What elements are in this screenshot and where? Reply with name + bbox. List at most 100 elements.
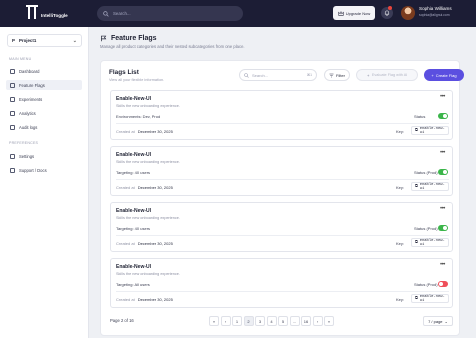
flag-status-label: Status (Prod) bbox=[414, 170, 438, 175]
sidebar-item-experiments[interactable]: Experiments bbox=[6, 94, 82, 104]
page-button[interactable]: 2 bbox=[243, 316, 254, 326]
evaluate-ai-button[interactable]: ✦ Evaluate Flag with AI bbox=[356, 69, 418, 81]
flag-key-label: Key: bbox=[396, 185, 405, 190]
card-divider bbox=[116, 291, 449, 292]
sidebar-item-label: Feature Flags bbox=[19, 82, 45, 88]
flag-card[interactable]: Enable-New-UI Skills the new onboarding e… bbox=[110, 258, 453, 308]
created-date: December 30, 2025 bbox=[137, 185, 173, 190]
global-search-input[interactable]: Search... bbox=[97, 6, 243, 21]
sidebar-item-settings[interactable]: Settings bbox=[6, 151, 82, 161]
sidebar-item-audit-logs[interactable]: Audit logs bbox=[6, 122, 82, 132]
crown-icon bbox=[338, 10, 344, 16]
main-menu-label: MAIN MENU bbox=[9, 57, 32, 61]
flag-status-toggle[interactable] bbox=[438, 281, 448, 287]
sidebar-item-dashboard[interactable]: Dashboard bbox=[6, 66, 82, 76]
per-page-select[interactable]: 7 / page ⌄ bbox=[423, 316, 453, 326]
user-name: Sophia Williams bbox=[419, 6, 452, 11]
sidebar-item-feature-flags[interactable]: Feature Flags bbox=[6, 80, 82, 90]
flag-status-label: Status (Prod) bbox=[414, 282, 438, 287]
flag-created: Created at December 30, 2025 bbox=[116, 297, 173, 302]
created-label: Created at bbox=[116, 185, 135, 190]
upgrade-button[interactable]: Upgrade Now bbox=[333, 6, 375, 20]
copy-icon: ⧉ bbox=[415, 297, 418, 301]
flag-card[interactable]: Enable-New-UI Skills the new onboarding e… bbox=[110, 146, 453, 196]
flag-icon bbox=[101, 35, 107, 42]
copy-icon: ⧉ bbox=[415, 129, 418, 133]
flag-description: Skills the new onboarding experience. bbox=[116, 216, 180, 220]
page-button[interactable]: ... bbox=[289, 316, 300, 326]
user-info[interactable]: Sophia Williams sophia@alignui.com bbox=[419, 6, 452, 17]
avatar[interactable] bbox=[401, 6, 415, 20]
more-options-icon[interactable]: ••• bbox=[440, 94, 445, 100]
flag-status-toggle[interactable] bbox=[438, 113, 448, 119]
dashboard-icon bbox=[10, 68, 15, 74]
global-search-placeholder: Search... bbox=[113, 11, 131, 16]
brand-logo[interactable]: IntelliToggle bbox=[26, 5, 68, 19]
flag-name: Enable-New-UI bbox=[116, 264, 152, 270]
search-icon bbox=[103, 10, 109, 17]
created-label: Created at bbox=[116, 297, 135, 302]
page-title: Feature Flags bbox=[100, 35, 245, 42]
card-divider bbox=[116, 179, 449, 180]
page-button[interactable]: 3 bbox=[255, 316, 265, 326]
page-button[interactable]: 1 bbox=[232, 316, 242, 326]
flag-status-toggle[interactable] bbox=[438, 225, 448, 231]
page-button[interactable]: 16 bbox=[301, 316, 311, 326]
sidebar-item-label: Support / Docs bbox=[19, 167, 47, 173]
flag-name: Enable-New-UI bbox=[116, 152, 152, 158]
flag-key-copy[interactable]: ⧉ enable-new-ui bbox=[411, 294, 449, 303]
flag-status-toggle[interactable] bbox=[438, 169, 448, 175]
flag-description: Skills the new onboarding experience. bbox=[116, 104, 180, 108]
flags-list-title: Flags List bbox=[109, 69, 139, 76]
flag-targeting: Targeting: 40 users bbox=[116, 170, 151, 175]
flag-key-value: enable-new-ui bbox=[419, 126, 445, 135]
per-page-value: 7 / page bbox=[428, 318, 443, 324]
evaluate-ai-label: Evaluate Flag with AI bbox=[371, 73, 408, 77]
create-flag-label: Create Flag bbox=[435, 72, 457, 78]
bell-icon bbox=[384, 10, 390, 16]
page-button[interactable]: « bbox=[209, 316, 219, 326]
create-flag-button[interactable]: + Create Flag bbox=[424, 69, 464, 81]
project-name: Project1 bbox=[18, 38, 37, 43]
pagination: «‹ 1 2 3 4 5... 16 ›» bbox=[209, 316, 334, 326]
page-button[interactable]: » bbox=[324, 316, 334, 326]
flag-key-copy[interactable]: ⧉ enable-new-ui bbox=[411, 126, 449, 135]
sidebar-item-label: Analytics bbox=[19, 110, 36, 116]
page-button[interactable]: › bbox=[312, 316, 323, 326]
chevron-down-icon: ⌄ bbox=[72, 37, 77, 44]
plus-icon: + bbox=[431, 72, 434, 78]
flag-card[interactable]: Enable-New-UI Skills the new onboarding e… bbox=[110, 202, 453, 252]
sidebar-item-support-docs[interactable]: Support / Docs bbox=[6, 165, 82, 175]
created-label: Created at bbox=[116, 129, 135, 134]
filter-icon bbox=[329, 73, 334, 77]
flag-card[interactable]: Enable-New-UI Skills the new onboarding e… bbox=[110, 90, 453, 140]
copy-icon: ⧉ bbox=[415, 185, 418, 189]
user-email: sophia@alignui.com bbox=[419, 13, 450, 17]
flag-name: Enable-New-UI bbox=[116, 208, 152, 214]
top-bar: IntelliToggle Search... Upgrade Now Soph… bbox=[0, 0, 476, 27]
created-date: December 30, 2025 bbox=[137, 241, 173, 246]
page-button[interactable]: ‹ bbox=[220, 316, 231, 326]
filter-button[interactable]: Filter bbox=[324, 69, 350, 81]
project-selector[interactable]: P Project1 ⌄ bbox=[7, 34, 82, 47]
sidebar-item-analytics[interactable]: Analytics bbox=[6, 108, 82, 118]
flag-targeting: Targeting: All users bbox=[116, 282, 150, 287]
flag-key-label: Key: bbox=[396, 129, 405, 134]
sparkle-icon: ✦ bbox=[366, 73, 370, 78]
more-options-icon[interactable]: ••• bbox=[440, 262, 445, 268]
flags-search-input[interactable]: Search... ⌘1 bbox=[239, 69, 317, 81]
page-button[interactable]: 5 bbox=[278, 316, 288, 326]
brand-name: IntelliToggle bbox=[41, 12, 68, 18]
flag-key-value: enable-new-ui bbox=[419, 294, 445, 303]
more-options-icon[interactable]: ••• bbox=[440, 150, 445, 156]
sidebar-item-label: Experiments bbox=[19, 96, 43, 102]
flag-key-copy[interactable]: ⧉ enable-new-ui bbox=[411, 182, 449, 191]
more-options-icon[interactable]: ••• bbox=[440, 206, 445, 212]
page-button[interactable]: 4 bbox=[266, 316, 277, 326]
chevron-down-icon: ⌄ bbox=[444, 318, 448, 324]
created-date: December 30, 2025 bbox=[137, 297, 173, 302]
flag-key-copy[interactable]: ⧉ enable-new-ui bbox=[411, 238, 449, 247]
search-icon bbox=[244, 72, 249, 78]
created-label: Created at bbox=[116, 241, 135, 246]
flag-name: Enable-New-UI bbox=[116, 96, 152, 102]
